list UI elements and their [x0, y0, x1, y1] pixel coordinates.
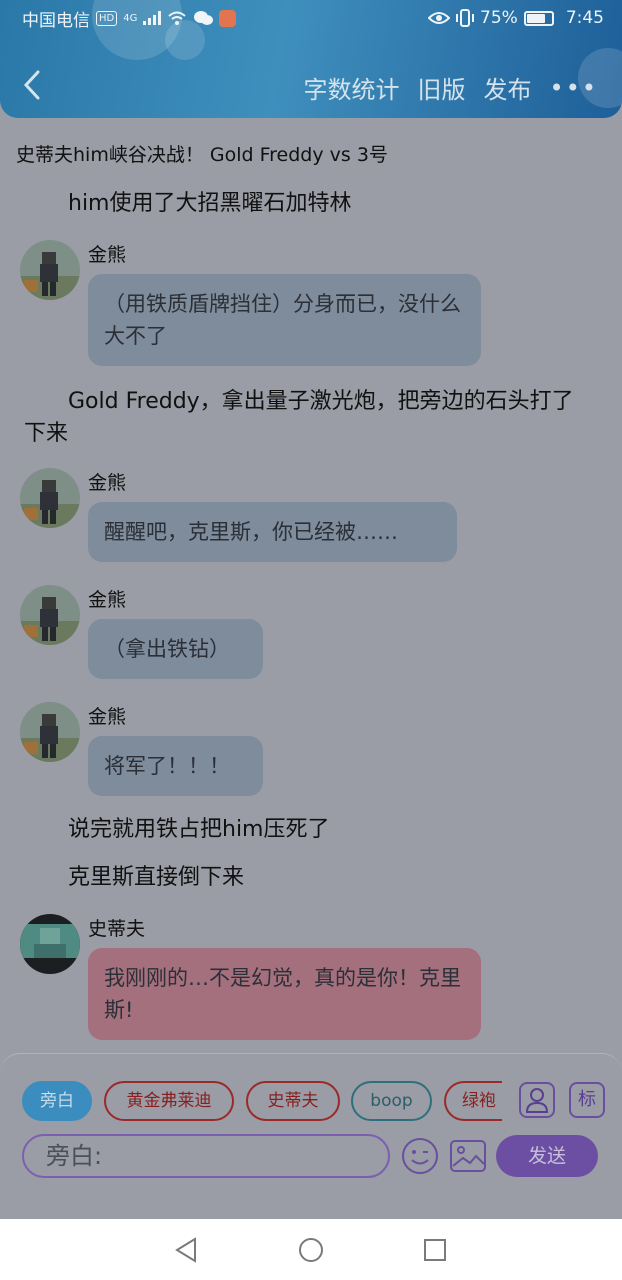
- status-bar: 中国电信 HD 4G 75% 7:45: [0, 0, 622, 36]
- avatar[interactable]: [20, 240, 80, 300]
- send-button[interactable]: 发送: [496, 1135, 598, 1177]
- system-nav-bar: [0, 1219, 622, 1280]
- chat-message: 金熊 将军了！！！: [20, 702, 600, 802]
- role-chip[interactable]: boop: [351, 1081, 432, 1121]
- narration-line: Gold Freddy，拿出量子激光炮，把旁边的石头打了下来: [24, 389, 574, 446]
- message-input[interactable]: 旁白:: [22, 1134, 390, 1178]
- character-avatar-icon: [20, 585, 80, 645]
- tag-button[interactable]: 标: [569, 1082, 605, 1118]
- more-options-button[interactable]: •••: [550, 74, 598, 102]
- chat-message: 金熊 （拿出铁钻）: [20, 585, 600, 685]
- character-manage-button[interactable]: [519, 1082, 555, 1118]
- character-avatar-icon: [20, 240, 80, 300]
- old-version-button[interactable]: 旧版: [418, 70, 466, 105]
- vibrate-icon: [456, 9, 475, 27]
- battery-percent: 75%: [480, 8, 518, 28]
- character-avatar-icon: [20, 468, 80, 528]
- battery-icon: [523, 10, 554, 26]
- recents-square-icon[interactable]: [422, 1237, 448, 1263]
- speaker-name: 金熊: [88, 472, 127, 494]
- character-avatar-icon: [20, 702, 80, 762]
- clock: 7:45: [565, 8, 604, 28]
- chat-message: 金熊 （用铁质盾牌挡住）分身而已，没什么大不了: [20, 240, 600, 370]
- wifi-icon: [168, 11, 187, 25]
- message-bubble[interactable]: （用铁质盾牌挡住）分身而已，没什么大不了: [88, 274, 481, 366]
- publish-button[interactable]: 发布: [484, 70, 532, 105]
- app-notification-icon: [219, 9, 237, 27]
- narration-line: 克里斯直接倒下来: [68, 865, 245, 890]
- role-chip[interactable]: 绿袍: [444, 1081, 502, 1121]
- narration-line: him使用了大招黑曜石加特林: [68, 191, 352, 216]
- composer-panel: 旁白 黄金弗莱迪 史蒂夫 boop 绿袍 标 旁白: 发送: [0, 1053, 622, 1219]
- wechat-icon: [194, 11, 214, 25]
- emoji-icon: [402, 1138, 438, 1174]
- role-chip[interactable]: 黄金弗莱迪: [104, 1081, 234, 1121]
- carrier-label: 中国电信: [22, 10, 90, 31]
- role-chip-narrator[interactable]: 旁白: [22, 1081, 92, 1121]
- eye-icon: [428, 12, 451, 24]
- character-avatar-icon: [20, 914, 80, 974]
- back-button[interactable]: [18, 68, 54, 104]
- person-icon: [525, 1088, 549, 1113]
- chat-message: 史蒂夫 我刚刚的…不是幻觉，真的是你！克里斯!: [20, 914, 600, 1044]
- story-title: 史蒂夫him峡谷决战！ Gold Freddy vs 3号: [16, 144, 388, 166]
- nav-bar: 字数统计 旧版 发布 •••: [0, 60, 622, 112]
- avatar[interactable]: [20, 702, 80, 762]
- image-icon: [450, 1140, 486, 1172]
- message-bubble[interactable]: 醒醒吧，克里斯，你已经被……: [88, 502, 457, 562]
- word-count-button[interactable]: 字数统计: [304, 70, 400, 105]
- chat-message: 金熊 醒醒吧，克里斯，你已经被……: [20, 468, 600, 568]
- message-bubble[interactable]: 将军了！！！: [88, 736, 263, 796]
- emoji-button[interactable]: [400, 1136, 440, 1176]
- speaker-name: 史蒂夫: [88, 918, 146, 940]
- chevron-left-icon: [23, 70, 40, 100]
- role-chip[interactable]: 史蒂夫: [246, 1081, 340, 1121]
- speaker-name: 金熊: [88, 589, 127, 611]
- narration-line: 说完就用铁占把him压死了: [68, 817, 330, 842]
- speaker-name: 金熊: [88, 706, 127, 728]
- signal-icon: [143, 11, 162, 25]
- avatar[interactable]: [20, 585, 80, 645]
- message-bubble[interactable]: 我刚刚的…不是幻觉，真的是你！克里斯!: [88, 948, 481, 1040]
- avatar[interactable]: [20, 468, 80, 528]
- image-button[interactable]: [448, 1136, 488, 1176]
- app-header: 中国电信 HD 4G 75% 7:45 字数统计 旧版 发布 •••: [0, 0, 622, 118]
- hd-badge: HD: [96, 10, 118, 26]
- message-bubble[interactable]: （拿出铁钻）: [88, 619, 263, 679]
- network-type: 4G: [123, 12, 138, 24]
- avatar[interactable]: [20, 914, 80, 974]
- home-circle-icon[interactable]: [298, 1237, 324, 1263]
- back-triangle-icon[interactable]: [173, 1237, 199, 1263]
- speaker-name: 金熊: [88, 244, 127, 266]
